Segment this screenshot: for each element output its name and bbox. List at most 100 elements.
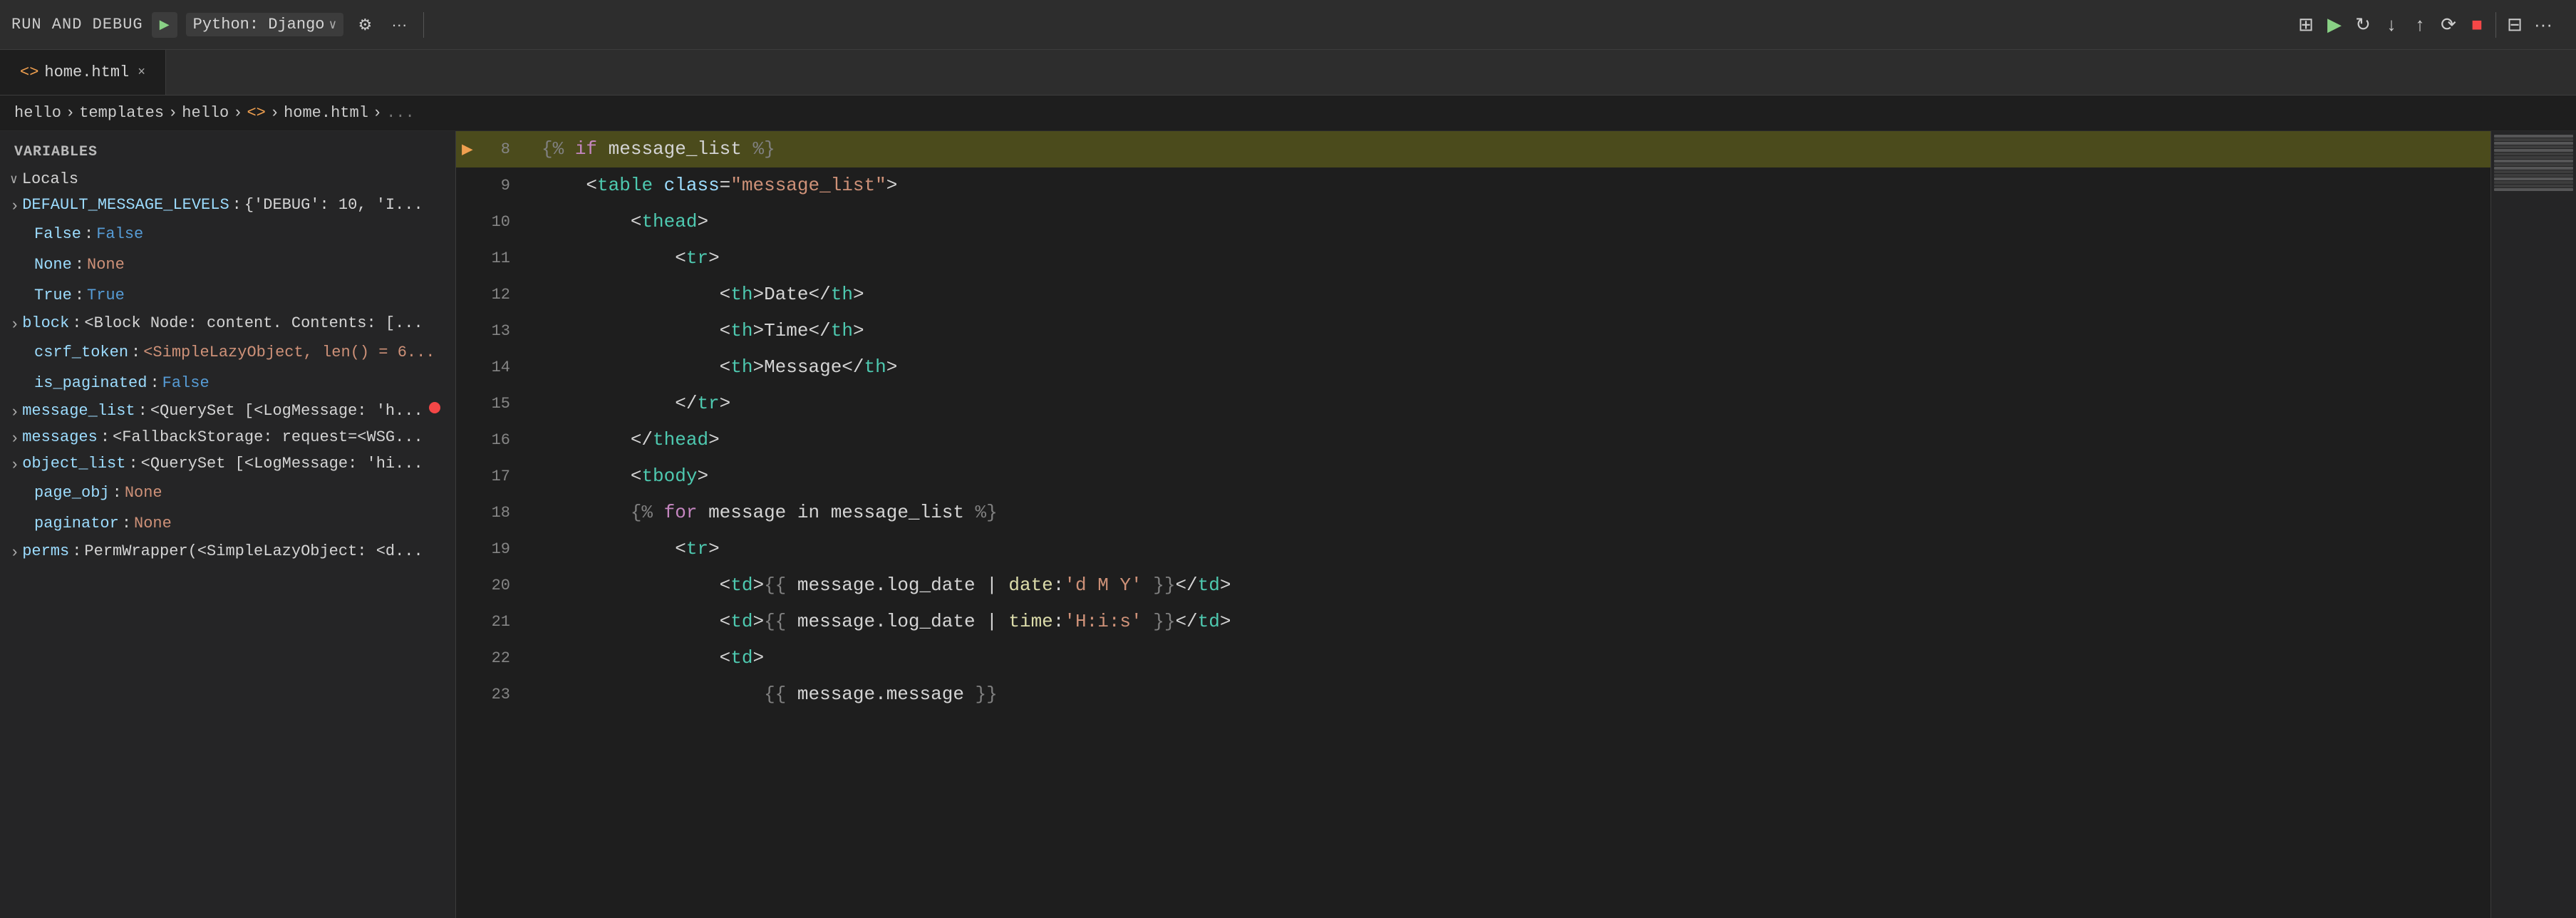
code-editor[interactable]: ▶8{% if message_list %}9 <table class="m… xyxy=(456,131,2490,918)
var-value: True xyxy=(87,284,125,307)
code-line: 21 <td>{{ message.log_date | time:'H:i:s… xyxy=(456,604,2490,640)
line-content: {{ message.message }} xyxy=(527,676,2490,713)
line-number: 14 xyxy=(456,349,527,386)
var-value: <FallbackStorage: request=<WSG... xyxy=(113,428,423,446)
line-content: <table class="message_list"> xyxy=(527,167,2490,204)
var-value: PermWrapper(<SimpleLazyObject: <d... xyxy=(84,542,423,560)
line-number: ▶8 xyxy=(456,131,527,167)
code-line: 23 {{ message.message }} xyxy=(456,676,2490,713)
line-content: <tbody> xyxy=(527,458,2490,495)
list-item: paginator : None xyxy=(0,508,455,539)
mini-line xyxy=(2494,177,2573,180)
html-file-icon: <> xyxy=(20,63,38,81)
code-line: 15 </tr> xyxy=(456,386,2490,422)
breadcrumb-sep1: › xyxy=(66,104,75,122)
var-value: <SimpleLazyObject, len() = 6... xyxy=(143,341,435,364)
expand-icon: › xyxy=(10,197,19,215)
breadcrumb-home-html[interactable]: home.html xyxy=(284,104,368,122)
list-item: is_paginated : False xyxy=(0,368,455,398)
reload-button[interactable]: ⟳ xyxy=(2436,12,2461,38)
code-line: 19 <tr> xyxy=(456,531,2490,567)
start-debug-button[interactable]: ▶ xyxy=(2322,12,2347,38)
ellipsis-button[interactable]: ··· xyxy=(386,12,412,38)
debug-arrow-icon: ▶ xyxy=(462,138,473,160)
expand-icon: › xyxy=(10,544,19,562)
restart-button[interactable]: ↻ xyxy=(2350,12,2376,38)
mini-line xyxy=(2494,188,2573,191)
step-over-button[interactable]: ↓ xyxy=(2379,12,2404,38)
line-content: <thead> xyxy=(527,204,2490,240)
line-content: <th>Message</th> xyxy=(527,349,2490,386)
code-line: 9 <table class="message_list"> xyxy=(456,167,2490,204)
var-value: None xyxy=(134,512,172,535)
breadcrumb-sep2: › xyxy=(168,104,177,122)
line-number: 15 xyxy=(456,386,527,422)
var-name: messages xyxy=(22,428,98,446)
line-content: <tr> xyxy=(527,240,2490,277)
var-value: <QuerySet [<LogMessage: 'hi... xyxy=(141,455,423,473)
line-content: <td>{{ message.log_date | date:'d M Y' }… xyxy=(527,567,2490,604)
tab-bar: <> home.html × xyxy=(0,50,2576,96)
line-content: <td>{{ message.log_date | time:'H:i:s' }… xyxy=(527,604,2490,640)
gear-button[interactable]: ⚙ xyxy=(352,12,378,38)
breadcrumb-hello[interactable]: hello xyxy=(14,104,61,122)
mini-line xyxy=(2494,181,2573,184)
split-editor-button[interactable]: ⊟ xyxy=(2502,12,2528,38)
list-item: True : True xyxy=(0,280,455,311)
list-item[interactable]: › DEFAULT_MESSAGE_LEVELS : {'DEBUG': 10,… xyxy=(0,192,455,219)
tab-home-html[interactable]: <> home.html × xyxy=(0,50,166,95)
line-number: 11 xyxy=(456,240,527,277)
list-item[interactable]: › messages : <FallbackStorage: request=<… xyxy=(0,425,455,451)
var-value: False xyxy=(162,371,210,395)
var-name: DEFAULT_MESSAGE_LEVELS xyxy=(22,196,229,214)
breadcrumb-hello2[interactable]: hello xyxy=(182,104,229,122)
var-value: <Block Node: content. Contents: [... xyxy=(84,314,423,332)
line-content: <th>Date</th> xyxy=(527,277,2490,313)
grid-icon-button[interactable]: ⊞ xyxy=(2293,12,2319,38)
play-button[interactable]: ▶ xyxy=(152,12,177,38)
expand-icon: › xyxy=(10,456,19,474)
mini-line xyxy=(2494,167,2573,170)
stop-button[interactable]: ■ xyxy=(2464,12,2490,38)
list-item[interactable]: › message_list : <QuerySet [<LogMessage:… xyxy=(0,398,455,425)
sidebar-title: VARIABLES xyxy=(0,137,455,166)
line-number: 10 xyxy=(456,204,527,240)
minimap xyxy=(2490,131,2576,918)
variables-sidebar: VARIABLES ∨ Locals › DEFAULT_MESSAGE_LEV… xyxy=(0,131,456,918)
list-item[interactable]: › object_list : <QuerySet [<LogMessage: … xyxy=(0,451,455,478)
close-tab-icon[interactable]: × xyxy=(138,66,145,80)
code-line: 17 <tbody> xyxy=(456,458,2490,495)
code-line: 10 <thead> xyxy=(456,204,2490,240)
breakpoint-dot xyxy=(429,402,440,413)
more-actions-button[interactable]: ··· xyxy=(2530,12,2556,38)
run-debug-label: RUN AND DEBUG xyxy=(11,16,143,33)
minimap-content xyxy=(2494,135,2573,191)
config-selector[interactable]: Python: Django ∨ xyxy=(186,13,344,36)
list-item[interactable]: › perms : PermWrapper(<SimpleLazyObject:… xyxy=(0,539,455,565)
step-out-button[interactable]: ↑ xyxy=(2407,12,2433,38)
line-content: <td> xyxy=(527,640,2490,676)
mini-line xyxy=(2494,138,2573,141)
locals-section[interactable]: ∨ Locals xyxy=(0,166,455,192)
var-name: csrf_token xyxy=(34,341,128,364)
line-content: </thead> xyxy=(527,422,2490,458)
top-bar: RUN AND DEBUG ▶ Python: Django ∨ ⚙ ··· ⊞… xyxy=(0,0,2576,50)
line-number: 12 xyxy=(456,277,527,313)
mini-line xyxy=(2494,149,2573,152)
var-value: None xyxy=(87,253,125,277)
breadcrumb-templates[interactable]: templates xyxy=(79,104,164,122)
divider2 xyxy=(2495,12,2496,38)
line-number: 19 xyxy=(456,531,527,567)
mini-line xyxy=(2494,163,2573,166)
divider xyxy=(423,12,424,38)
var-value: {'DEBUG': 10, 'I... xyxy=(244,196,423,214)
line-content: </tr> xyxy=(527,386,2490,422)
mini-line xyxy=(2494,174,2573,177)
var-name: perms xyxy=(22,542,69,560)
var-name: is_paginated xyxy=(34,371,147,395)
line-content: {% if message_list %} xyxy=(527,131,2490,167)
breadcrumb-sep4: › xyxy=(270,104,279,122)
locals-chevron-icon: ∨ xyxy=(10,172,18,187)
line-number: 16 xyxy=(456,422,527,458)
list-item[interactable]: › block : <Block Node: content. Contents… xyxy=(0,311,455,337)
